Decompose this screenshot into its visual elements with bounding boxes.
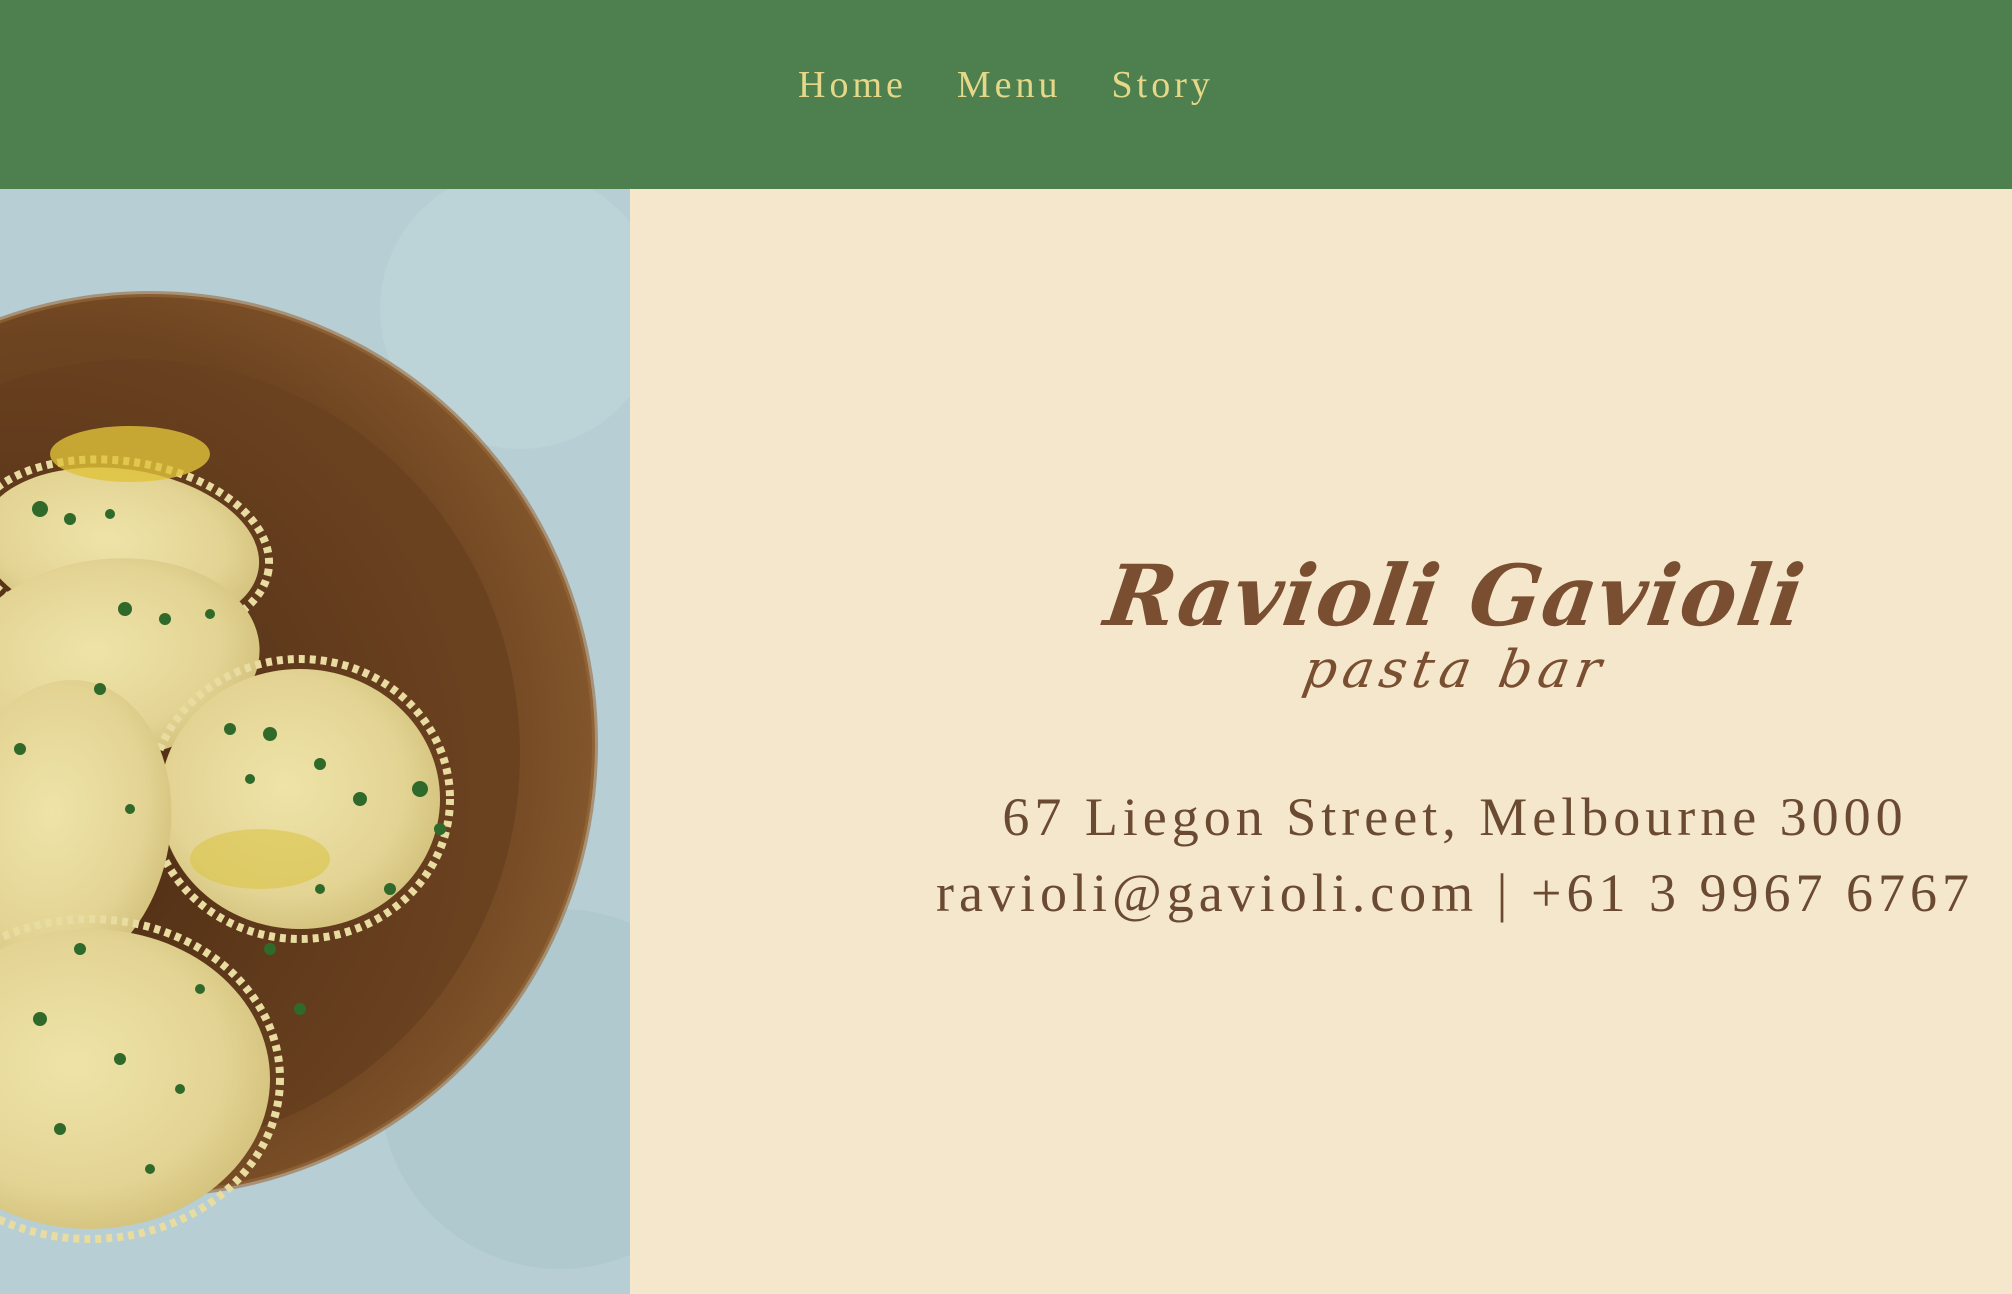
contact-block: 67 Liegon Street, Melbourne 3000 ravioli… <box>805 779 2012 931</box>
email-phone-text[interactable]: ravioli@gavioli.com | +61 3 9967 6767 <box>805 855 2012 931</box>
brand-subtitle: pasta bar <box>1298 640 1612 700</box>
main-nav: Home Menu Story <box>0 66 2012 104</box>
nav-story-link[interactable]: Story <box>1112 66 1214 104</box>
page: Home Menu Story Ravioli Gavioli pasta ba… <box>0 0 2012 1294</box>
bowl-of-ravioli-icon <box>0 189 630 1294</box>
address-text: 67 Liegon Street, Melbourne 3000 <box>1002 787 1908 847</box>
brand-title: Ravioli Gavioli <box>1099 546 1811 645</box>
info-panel: Ravioli Gavioli pasta bar 67 Liegon Stre… <box>630 189 2012 1294</box>
site-header: Home Menu Story <box>0 0 2012 189</box>
nav-menu-link[interactable]: Menu <box>957 66 1062 104</box>
nav-home-link[interactable]: Home <box>798 66 907 104</box>
brand-block: Ravioli Gavioli pasta bar <box>805 546 2012 700</box>
hero-ravioli-image <box>0 189 630 1294</box>
